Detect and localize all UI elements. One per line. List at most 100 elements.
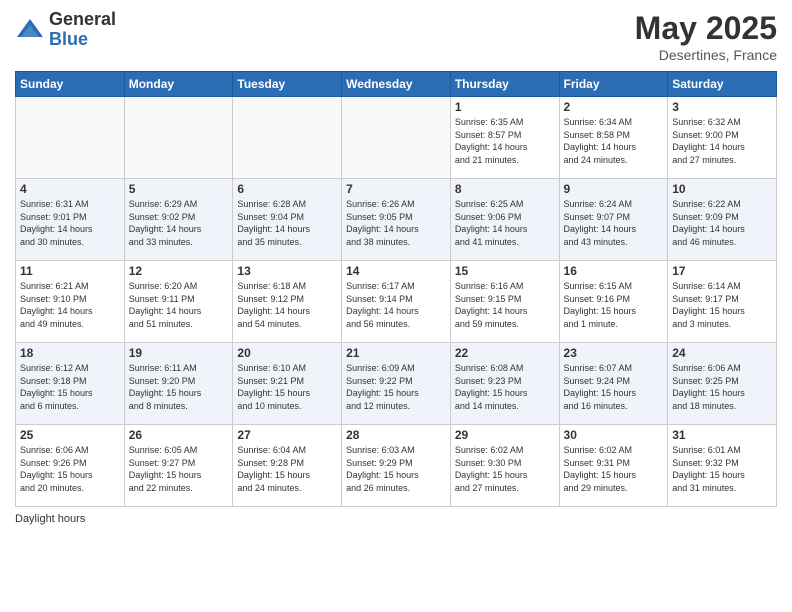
header-row: Sunday Monday Tuesday Wednesday Thursday… [16,72,777,97]
day-number: 31 [672,428,772,442]
calendar-cell: 3 Sunrise: 6:32 AM Sunset: 9:00 PM Daylig… [668,97,777,179]
calendar-cell: 27 Sunrise: 6:04 AM Sunset: 9:28 PM Dayli… [233,425,342,507]
day-number: 30 [564,428,664,442]
day-number: 8 [455,182,555,196]
day-number: 20 [237,346,337,360]
calendar-cell: 22Sunrise: 6:08 AM Sunset: 9:23 PM Dayli… [450,343,559,425]
col-sunday: Sunday [16,72,125,97]
day-number: 12 [129,264,229,278]
day-number: 9 [564,182,664,196]
day-info: Sunrise: 6:09 AM Sunset: 9:22 PM Dayligh… [346,362,446,412]
week-row-1: 1 Sunrise: 6:35 AM Sunset: 8:57 PM Daylig… [16,97,777,179]
day-info: Sunrise: 6:26 AM Sunset: 9:05 PM Dayligh… [346,198,446,248]
calendar-cell: 30 Sunrise: 6:02 AM Sunset: 9:31 PM Dayli… [559,425,668,507]
day-number: 23 [564,346,664,360]
day-number: 16 [564,264,664,278]
day-info: Sunrise: 6:24 AM Sunset: 9:07 PM Dayligh… [564,198,664,248]
calendar-body: 1 Sunrise: 6:35 AM Sunset: 8:57 PM Daylig… [16,97,777,507]
week-row-5: 25 Sunrise: 6:06 AM Sunset: 9:26 PM Dayli… [16,425,777,507]
day-number: 18 [20,346,120,360]
calendar: Sunday Monday Tuesday Wednesday Thursday… [15,71,777,507]
day-info: Sunrise: 6:31 AM Sunset: 9:01 PM Dayligh… [20,198,120,248]
logo-text: General Blue [49,10,116,50]
day-info: Sunrise: 6:20 AM Sunset: 9:11 PM Dayligh… [129,280,229,330]
calendar-cell: 21 Sunrise: 6:09 AM Sunset: 9:22 PM Dayli… [342,343,451,425]
logo-icon [15,15,45,45]
calendar-cell: 26 Sunrise: 6:05 AM Sunset: 9:27 PM Dayli… [124,425,233,507]
calendar-cell: 7Sunrise: 6:26 AM Sunset: 9:05 PM Daylig… [342,179,451,261]
calendar-cell: 19 Sunrise: 6:11 AM Sunset: 9:20 PM Dayli… [124,343,233,425]
day-info: Sunrise: 6:05 AM Sunset: 9:27 PM Dayligh… [129,444,229,494]
day-number: 6 [237,182,337,196]
day-info: Sunrise: 6:06 AM Sunset: 9:25 PM Dayligh… [672,362,772,412]
day-number: 28 [346,428,446,442]
calendar-cell: 12 Sunrise: 6:20 AM Sunset: 9:11 PM Dayli… [124,261,233,343]
calendar-cell [233,97,342,179]
day-number: 17 [672,264,772,278]
calendar-cell: 10Sunrise: 6:22 AM Sunset: 9:09 PM Dayli… [668,179,777,261]
day-info: Sunrise: 6:04 AM Sunset: 9:28 PM Dayligh… [237,444,337,494]
day-number: 1 [455,100,555,114]
day-number: 19 [129,346,229,360]
calendar-cell [124,97,233,179]
calendar-cell: 31Sunrise: 6:01 AM Sunset: 9:32 PM Dayli… [668,425,777,507]
calendar-cell: 9 Sunrise: 6:24 AM Sunset: 9:07 PM Daylig… [559,179,668,261]
calendar-cell: 23Sunrise: 6:07 AM Sunset: 9:24 PM Dayli… [559,343,668,425]
day-number: 25 [20,428,120,442]
day-info: Sunrise: 6:34 AM Sunset: 8:58 PM Dayligh… [564,116,664,166]
logo: General Blue [15,10,116,50]
calendar-cell: 14 Sunrise: 6:17 AM Sunset: 9:14 PM Dayli… [342,261,451,343]
day-number: 2 [564,100,664,114]
day-number: 13 [237,264,337,278]
col-monday: Monday [124,72,233,97]
day-number: 15 [455,264,555,278]
day-number: 14 [346,264,446,278]
day-number: 26 [129,428,229,442]
calendar-cell: 5 Sunrise: 6:29 AM Sunset: 9:02 PM Daylig… [124,179,233,261]
col-thursday: Thursday [450,72,559,97]
day-info: Sunrise: 6:25 AM Sunset: 9:06 PM Dayligh… [455,198,555,248]
calendar-cell: 8 Sunrise: 6:25 AM Sunset: 9:06 PM Daylig… [450,179,559,261]
calendar-cell: 17Sunrise: 6:14 AM Sunset: 9:17 PM Dayli… [668,261,777,343]
day-info: Sunrise: 6:32 AM Sunset: 9:00 PM Dayligh… [672,116,772,166]
day-info: Sunrise: 6:03 AM Sunset: 9:29 PM Dayligh… [346,444,446,494]
week-row-3: 11 Sunrise: 6:21 AM Sunset: 9:10 PM Dayli… [16,261,777,343]
calendar-cell: 4 Sunrise: 6:31 AM Sunset: 9:01 PM Daylig… [16,179,125,261]
calendar-cell: 16Sunrise: 6:15 AM Sunset: 9:16 PM Dayli… [559,261,668,343]
day-number: 11 [20,264,120,278]
day-info: Sunrise: 6:17 AM Sunset: 9:14 PM Dayligh… [346,280,446,330]
col-saturday: Saturday [668,72,777,97]
location: Desertines, France [635,47,777,63]
title-block: May 2025 Desertines, France [635,10,777,63]
col-friday: Friday [559,72,668,97]
day-info: Sunrise: 6:11 AM Sunset: 9:20 PM Dayligh… [129,362,229,412]
calendar-cell: 15Sunrise: 6:16 AM Sunset: 9:15 PM Dayli… [450,261,559,343]
day-number: 24 [672,346,772,360]
day-info: Sunrise: 6:02 AM Sunset: 9:31 PM Dayligh… [564,444,664,494]
day-info: Sunrise: 6:12 AM Sunset: 9:18 PM Dayligh… [20,362,120,412]
logo-blue-text: Blue [49,30,116,50]
day-info: Sunrise: 6:29 AM Sunset: 9:02 PM Dayligh… [129,198,229,248]
day-info: Sunrise: 6:06 AM Sunset: 9:26 PM Dayligh… [20,444,120,494]
day-number: 4 [20,182,120,196]
calendar-cell [16,97,125,179]
calendar-cell: 24 Sunrise: 6:06 AM Sunset: 9:25 PM Dayli… [668,343,777,425]
day-info: Sunrise: 6:08 AM Sunset: 9:23 PM Dayligh… [455,362,555,412]
day-number: 10 [672,182,772,196]
day-info: Sunrise: 6:18 AM Sunset: 9:12 PM Dayligh… [237,280,337,330]
day-number: 3 [672,100,772,114]
month-title: May 2025 [635,10,777,47]
week-row-4: 18 Sunrise: 6:12 AM Sunset: 9:18 PM Dayli… [16,343,777,425]
header: General Blue May 2025 Desertines, France [15,10,777,63]
footer: Daylight hours [15,513,777,525]
day-number: 5 [129,182,229,196]
calendar-cell [342,97,451,179]
calendar-cell: 28 Sunrise: 6:03 AM Sunset: 9:29 PM Dayli… [342,425,451,507]
footer-text: Daylight hours [15,513,85,525]
calendar-cell: 6Sunrise: 6:28 AM Sunset: 9:04 PM Daylig… [233,179,342,261]
day-number: 21 [346,346,446,360]
day-info: Sunrise: 6:35 AM Sunset: 8:57 PM Dayligh… [455,116,555,166]
day-number: 27 [237,428,337,442]
calendar-cell: 20Sunrise: 6:10 AM Sunset: 9:21 PM Dayli… [233,343,342,425]
day-info: Sunrise: 6:21 AM Sunset: 9:10 PM Dayligh… [20,280,120,330]
